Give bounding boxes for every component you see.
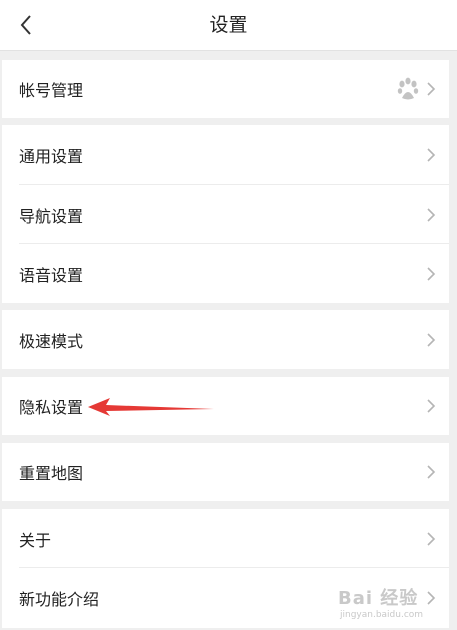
baidu-paw-icon [397, 77, 419, 100]
title-bar: 设置 [0, 0, 457, 51]
chevron-right-icon [427, 207, 436, 222]
settings-item-label: 通用设置 [19, 147, 84, 166]
settings-item-label: 新功能介绍 [19, 590, 100, 609]
back-chevron-icon [20, 15, 31, 35]
chevron-right-icon [427, 399, 436, 413]
annotation-arrow-icon [88, 398, 214, 416]
page-title: 设置 [209, 14, 248, 36]
settings-item-label: 语音设置 [19, 265, 84, 285]
privacy-group: 隐私设置 [2, 377, 449, 435]
settings-item-voice[interactable]: 语音设置 [2, 244, 449, 303]
settings-item-label: 重置地图 [19, 464, 84, 483]
settings-item-privacy[interactable]: 隐私设置 [2, 377, 449, 435]
chevron-right-icon [427, 465, 436, 479]
chevron-right-icon [427, 82, 436, 96]
watermark: Bai 经验 jingyan.baidu.com [338, 584, 450, 624]
settings-item-general[interactable]: 通用设置 [2, 125, 449, 185]
settings-item-reset-map[interactable]: 重置地图 [2, 443, 449, 501]
settings-item-account[interactable]: 帐号管理 [2, 60, 449, 118]
back-button[interactable] [10, 8, 42, 42]
general-group: 通用设置 导航设置 语音设置 [2, 125, 449, 303]
chevron-right-icon [427, 148, 436, 162]
settings-item-navigation[interactable]: 导航设置 [2, 185, 449, 244]
settings-item-label: 关于 [19, 530, 52, 550]
settings-item-label: 帐号管理 [19, 81, 84, 100]
settings-item-about[interactable]: 关于 [2, 509, 449, 568]
account-group: 帐号管理 [2, 60, 449, 118]
chevron-right-icon [427, 266, 436, 281]
settings-item-label: 导航设置 [19, 206, 84, 226]
settings-item-label: 极速模式 [19, 331, 84, 351]
settings-item-speed-mode[interactable]: 极速模式 [2, 310, 449, 369]
settings-item-label: 隐私设置 [19, 398, 84, 417]
speed-group: 极速模式 [2, 310, 449, 369]
chevron-right-icon [427, 332, 436, 347]
watermark-text: Bai 经验 [338, 588, 419, 609]
watermark-url: jingyan.baidu.com [340, 610, 424, 620]
chevron-right-icon [427, 531, 436, 546]
reset-group: 重置地图 [2, 443, 449, 501]
